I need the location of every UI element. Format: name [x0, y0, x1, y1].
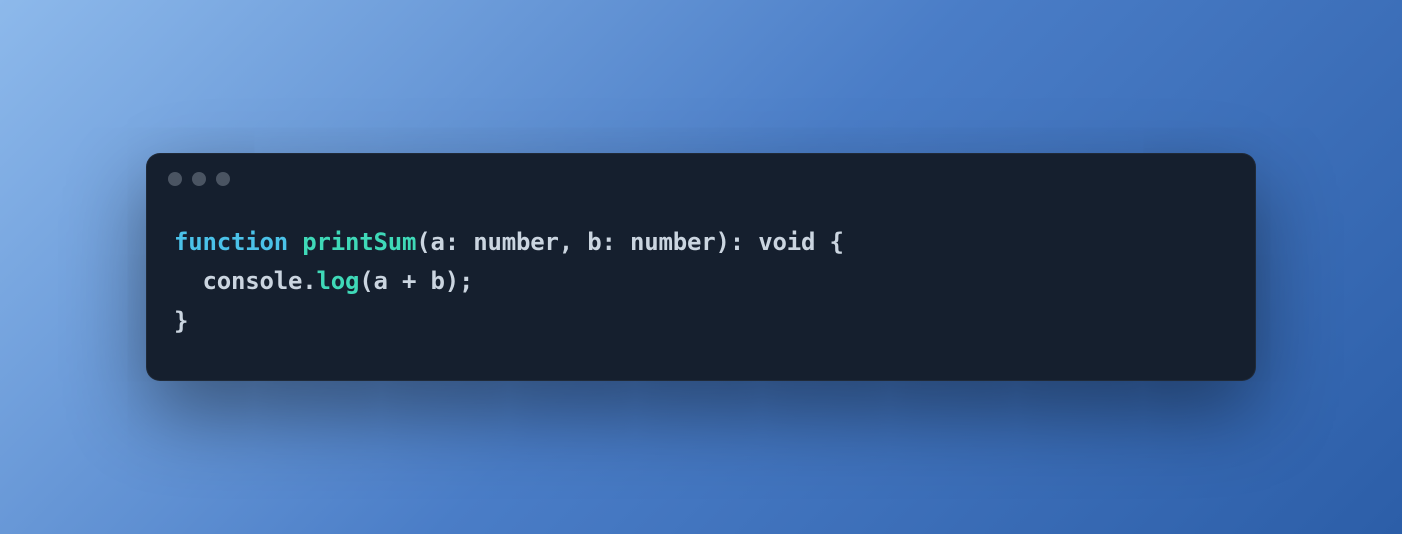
comma: , [559, 228, 588, 256]
argument: b [431, 267, 445, 295]
close-brace: } [174, 307, 188, 335]
type-annotation: number [473, 228, 559, 256]
parameter: a [431, 228, 445, 256]
keyword-function: function [174, 228, 288, 256]
function-name: printSum [302, 228, 416, 256]
code-line: } [174, 302, 1228, 342]
open-brace: { [830, 228, 844, 256]
window-titlebar [146, 153, 1256, 205]
object-ref: console [203, 267, 303, 295]
colon: : [730, 228, 759, 256]
semicolon: ; [459, 267, 473, 295]
code-editor[interactable]: function printSum(a: number, b: number):… [146, 205, 1256, 382]
type-annotation: number [630, 228, 716, 256]
code-text [815, 228, 829, 256]
parameter: b [587, 228, 601, 256]
return-type: void [758, 228, 815, 256]
minimize-icon[interactable] [192, 172, 206, 186]
code-line: console.log(a + b); [174, 262, 1228, 302]
maximize-icon[interactable] [216, 172, 230, 186]
code-line: function printSum(a: number, b: number):… [174, 223, 1228, 263]
colon: : [602, 228, 631, 256]
method-call: log [317, 267, 360, 295]
close-icon[interactable] [168, 172, 182, 186]
dot: . [302, 267, 316, 295]
close-paren: ) [716, 228, 730, 256]
open-paren: ( [359, 267, 373, 295]
colon: : [445, 228, 474, 256]
indent [174, 267, 203, 295]
open-paren: ( [416, 228, 430, 256]
code-window: function printSum(a: number, b: number):… [146, 153, 1256, 382]
operator: + [388, 267, 431, 295]
code-text [288, 228, 302, 256]
close-paren: ) [445, 267, 459, 295]
argument: a [374, 267, 388, 295]
